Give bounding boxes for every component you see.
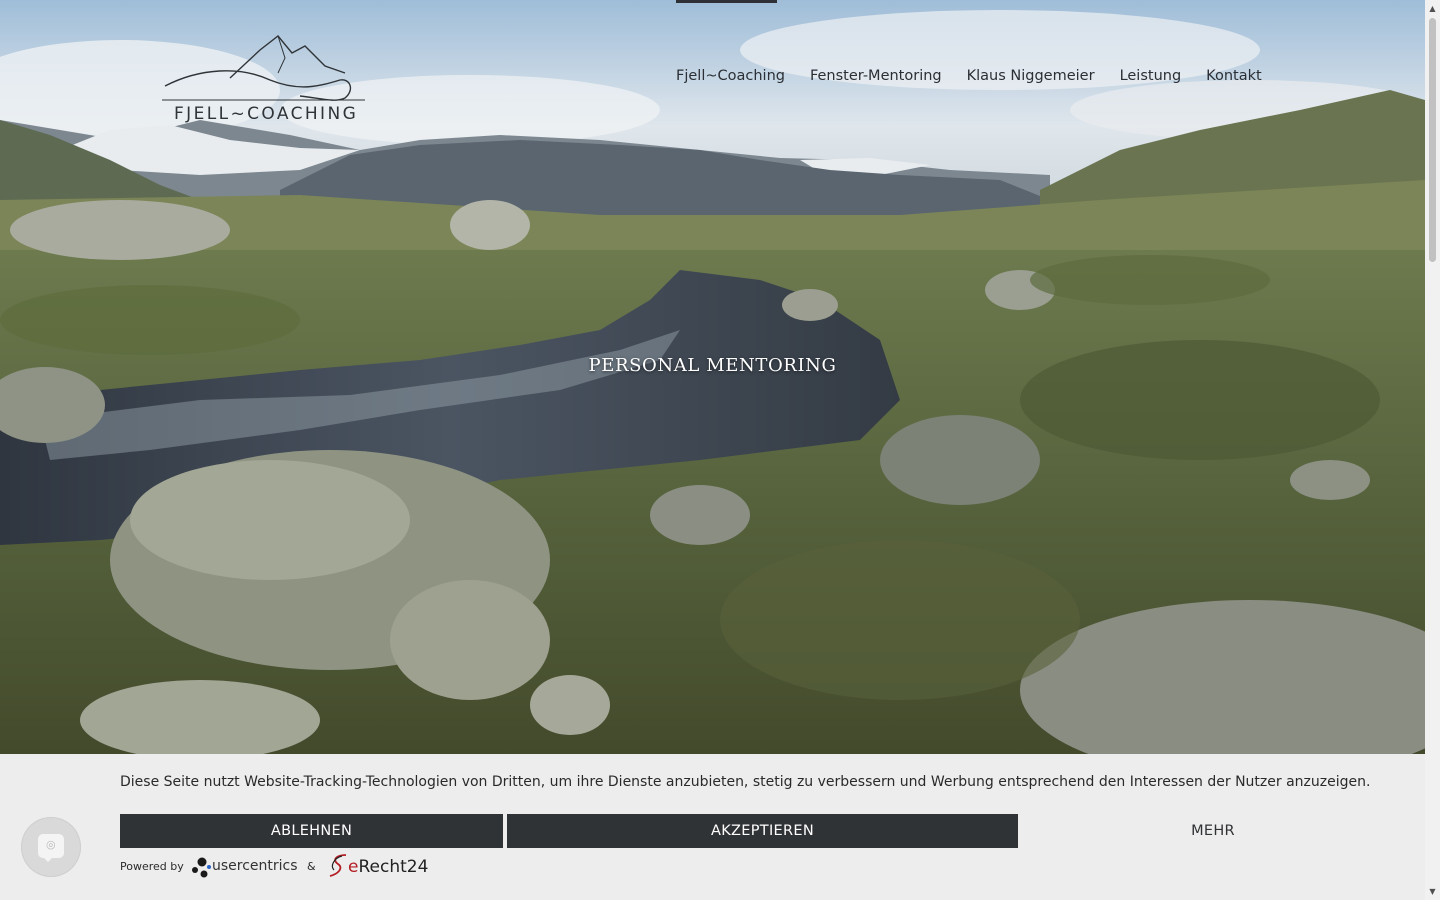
usercentrics-logo-icon: [192, 857, 211, 878]
reject-button[interactable]: ABLEHNEN: [120, 814, 503, 848]
erecht24-prefix: e: [348, 857, 359, 877]
nav-item-fjell-coaching[interactable]: Fjell~Coaching: [676, 68, 785, 84]
nav-item-kontakt[interactable]: Kontakt: [1206, 68, 1262, 84]
nav-active-indicator: [676, 0, 777, 3]
usercentrics-link[interactable]: usercentrics: [212, 858, 298, 874]
scroll-thumb[interactable]: [1429, 18, 1436, 262]
ampersand: &: [307, 860, 316, 873]
cookie-banner-text: Diese Seite nutzt Website-Tracking-Techn…: [120, 774, 1371, 790]
erecht24-link[interactable]: eRecht24: [348, 857, 428, 877]
scroll-up-arrow-icon[interactable]: ▲: [1428, 4, 1437, 13]
logo-text: FJELL~COACHING: [174, 104, 359, 124]
privacy-settings-button[interactable]: ◎: [21, 817, 81, 877]
erecht24-logo-icon: [329, 854, 347, 877]
nav-item-klaus-niggemeier[interactable]: Klaus Niggemeier: [967, 68, 1095, 84]
nav-item-fenster-mentoring[interactable]: Fenster-Mentoring: [810, 68, 942, 84]
mountain-logo-icon: [162, 35, 365, 101]
main-navigation: Fjell~Coaching Fenster-Mentoring Klaus N…: [676, 68, 1262, 84]
site-logo[interactable]: FJELL~COACHING: [160, 28, 370, 128]
fingerprint-icon: ◎: [46, 838, 56, 851]
nav-item-leistung[interactable]: Leistung: [1120, 68, 1182, 84]
cookie-consent-banner: Diese Seite nutzt Website-Tracking-Techn…: [0, 754, 1425, 900]
erecht24-name: Recht24: [358, 857, 429, 877]
page-scrollbar[interactable]: ▲ ▼: [1425, 0, 1440, 900]
scroll-down-arrow-icon[interactable]: ▼: [1428, 887, 1437, 896]
more-button[interactable]: MEHR: [1022, 814, 1404, 848]
accept-button[interactable]: AKZEPTIEREN: [507, 814, 1018, 848]
powered-by-label: Powered by: [120, 860, 184, 873]
chat-bubble-tail: [42, 856, 54, 862]
hero-title: PERSONAL MENTORING: [588, 355, 837, 376]
